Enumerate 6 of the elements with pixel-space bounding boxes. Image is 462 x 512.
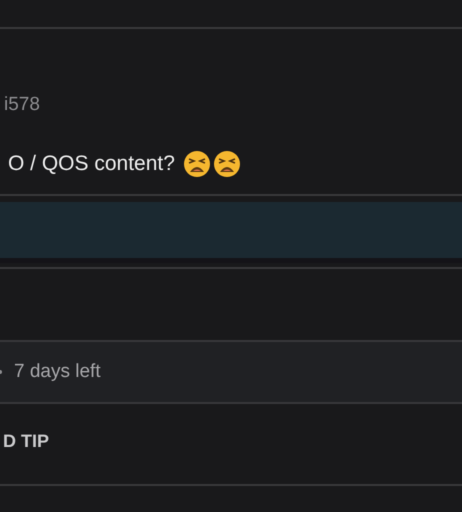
weary-face-icon xyxy=(182,150,211,178)
weary-face-icon xyxy=(212,150,241,178)
tip-button[interactable]: D TIP xyxy=(0,430,50,452)
username: i578 xyxy=(4,93,41,117)
comment-text: O / QOS content? xyxy=(8,152,175,176)
days-left-text: 7 days left xyxy=(14,361,101,383)
